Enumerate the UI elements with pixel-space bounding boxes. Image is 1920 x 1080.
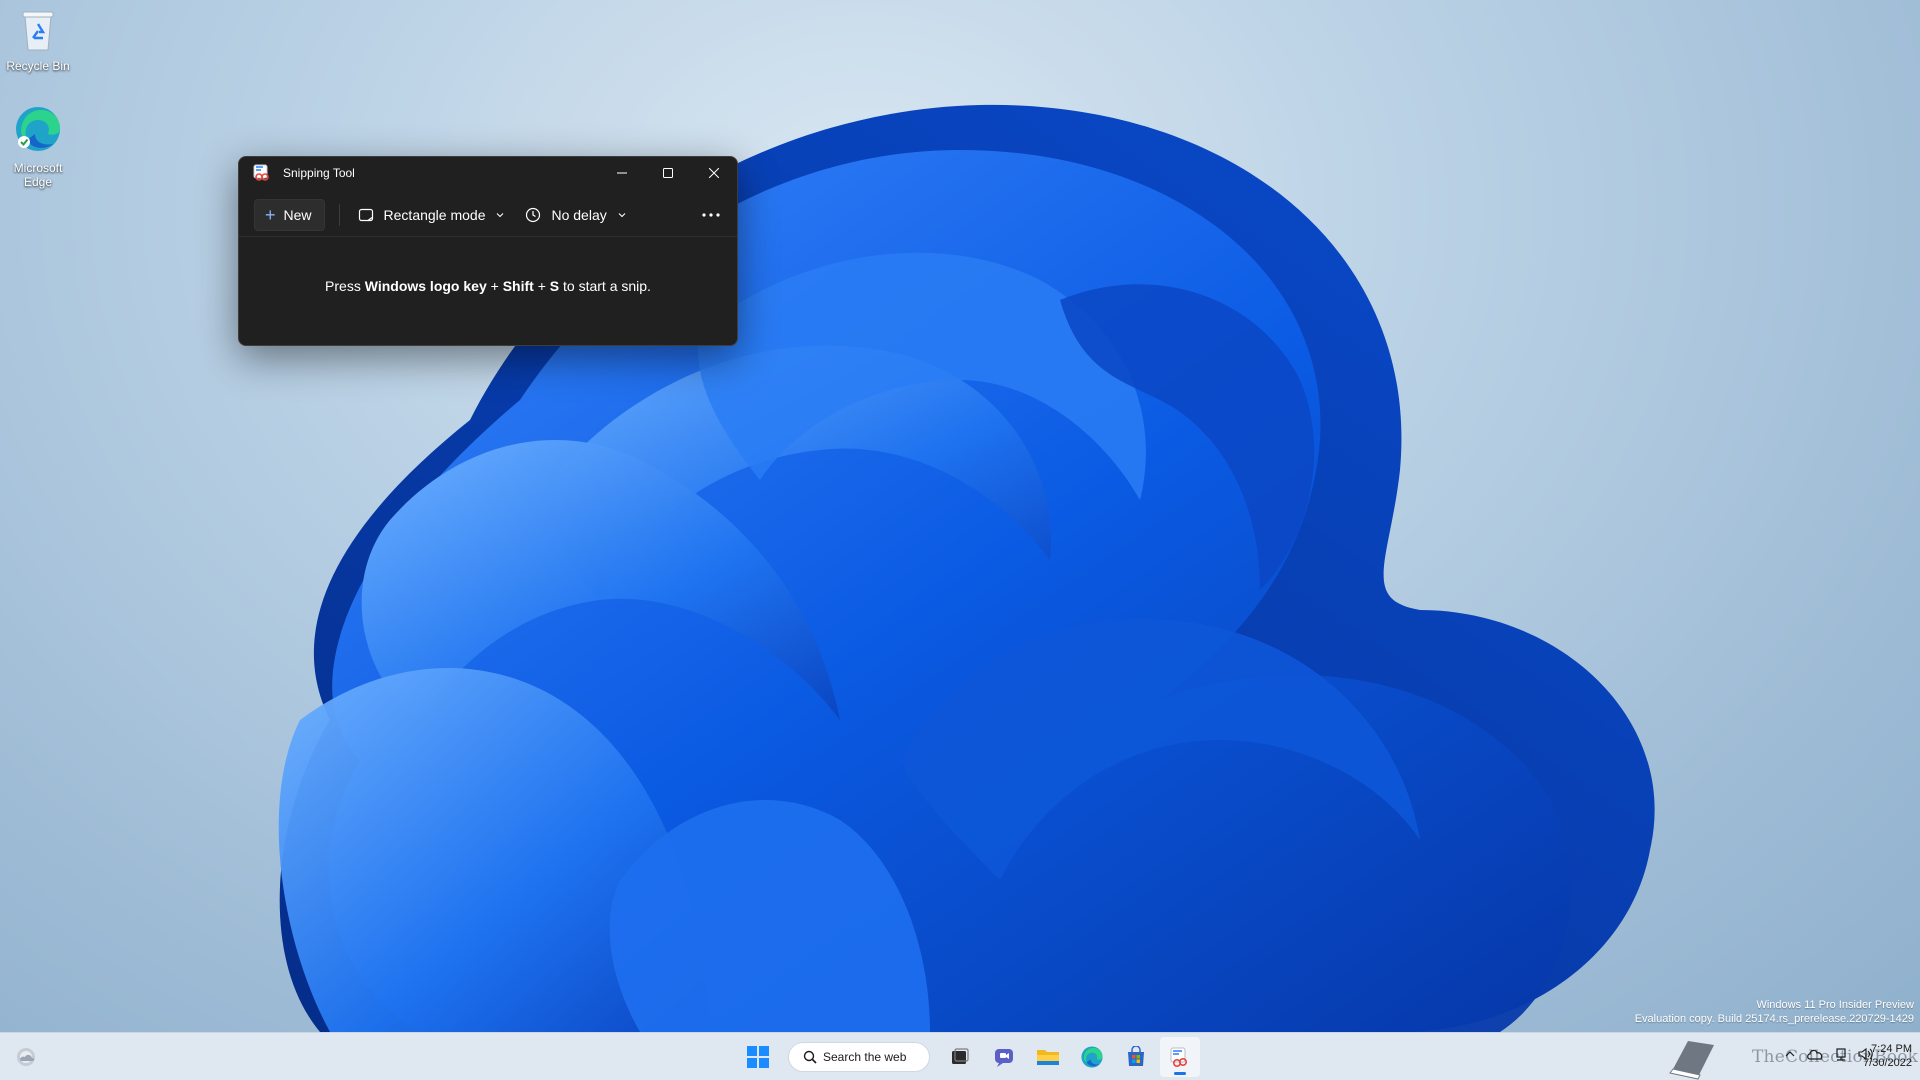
snip-toolbar: + New Rectangle mode No delay (239, 193, 737, 237)
task-view-button[interactable] (940, 1037, 980, 1077)
new-snip-button[interactable]: + New (254, 198, 325, 231)
close-button[interactable] (691, 157, 737, 189)
book-watermark-icon (1664, 1037, 1718, 1080)
widgets-button[interactable] (14, 1045, 38, 1069)
chevron-down-icon (617, 210, 627, 220)
system-tray: TheCollectionBook 7:24 PM 7/30/2022 (1660, 1033, 1920, 1080)
watermark-line-2: Evaluation copy. Build 25174.rs_prerelea… (1634, 1013, 1914, 1025)
taskbar: Search the web TheCollectionBook 7:24 PM… (0, 1032, 1920, 1080)
chevron-down-icon (495, 210, 505, 220)
onedrive-button[interactable] (1806, 1048, 1824, 1060)
desktop-icon-microsoft-edge[interactable]: Microsoft Edge (0, 104, 76, 189)
show-hidden-icons-button[interactable] (1784, 1048, 1796, 1060)
start-icon (747, 1046, 769, 1068)
desktop-icon-recycle-bin[interactable]: Recycle Bin (0, 8, 76, 73)
minimize-button[interactable] (599, 157, 645, 189)
clock-time: 7:24 PM (1871, 1043, 1912, 1055)
chevron-up-icon (1785, 1051, 1795, 1057)
plus-icon: + (265, 204, 276, 225)
desktop-icon-label: Recycle Bin (6, 59, 70, 73)
more-options-button[interactable] (695, 199, 727, 231)
minimize-icon (617, 172, 627, 174)
hint-s-key: S (549, 278, 560, 294)
network-icon (1836, 1048, 1846, 1061)
file-explorer-icon (1037, 1050, 1059, 1065)
start-button[interactable] (738, 1037, 778, 1077)
edge-icon (0, 104, 76, 157)
close-icon (709, 168, 719, 178)
snip-mode-dropdown[interactable]: Rectangle mode (352, 199, 512, 231)
taskbar-apps: Search the web (736, 1037, 1202, 1077)
task-view-icon (952, 1048, 969, 1064)
more-options-icon (702, 213, 720, 217)
edge-taskbar-button[interactable] (1072, 1037, 1112, 1077)
bloom-wallpaper-art (278, 104, 1655, 1032)
watermark-line-1: Windows 11 Pro Insider Preview (1756, 999, 1914, 1011)
store-button[interactable] (1116, 1037, 1156, 1077)
file-explorer-button[interactable] (1028, 1037, 1068, 1077)
taskbar-search-box[interactable]: Search the web (788, 1042, 930, 1072)
toolbar-divider (338, 203, 340, 226)
search-label: Search the web (823, 1050, 907, 1064)
hint-shift-key: Shift (502, 278, 534, 294)
snipping-tool-window: Snipping Tool + New Rectangle mode No de… (238, 156, 738, 346)
hint-plus: + (486, 278, 503, 294)
taskbar-clock[interactable]: 7:24 PM 7/30/2022 (1863, 1042, 1912, 1070)
rectangle-mode-icon (358, 207, 374, 223)
snip-mode-label: Rectangle mode (383, 206, 486, 223)
snip-delay-label: No delay (551, 206, 607, 223)
window-title: Snipping Tool (283, 166, 355, 180)
edge-icon (1081, 1046, 1103, 1068)
hint-suffix: to start a snip. (559, 278, 651, 294)
window-titlebar[interactable]: Snipping Tool (239, 157, 737, 189)
cloud-icon (1807, 1049, 1823, 1060)
new-snip-label: New (283, 206, 312, 223)
snipping-tool-taskbar-button[interactable] (1160, 1037, 1200, 1077)
snipping-tool-app-icon (253, 164, 271, 182)
clock-date: 7/30/2022 (1863, 1057, 1912, 1069)
recycle-bin-icon (0, 8, 76, 55)
evaluation-watermark: Windows 11 Pro Insider Preview Evaluatio… (1635, 998, 1914, 1026)
chat-button[interactable] (984, 1037, 1024, 1077)
snipping-tool-icon (1170, 1047, 1188, 1068)
hint-plus: + (533, 278, 550, 294)
desktop-icon-label: Microsoft Edge (13, 161, 63, 189)
chat-icon (995, 1049, 1013, 1067)
desktop-wallpaper (0, 0, 1920, 1032)
snip-delay-dropdown[interactable]: No delay (519, 199, 632, 231)
search-icon (803, 1050, 817, 1064)
snip-hint-text: Press Windows logo key + Shift + S to st… (239, 237, 737, 345)
network-button[interactable] (1834, 1047, 1848, 1061)
maximize-button[interactable] (645, 157, 691, 189)
store-icon (1128, 1046, 1144, 1066)
weather-widget-icon (17, 1048, 35, 1066)
hint-prefix: Press (325, 278, 361, 294)
clock-icon (525, 207, 541, 223)
hint-windows-key: Windows logo key (364, 278, 487, 294)
maximize-icon (663, 168, 673, 178)
